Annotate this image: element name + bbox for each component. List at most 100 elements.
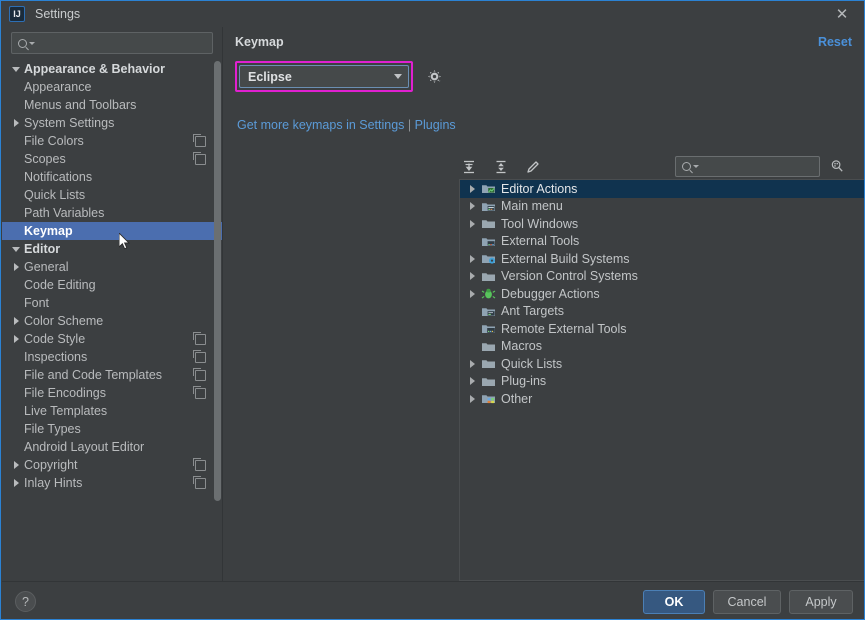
keymap-search-input[interactable]	[675, 156, 820, 177]
cancel-button[interactable]: Cancel	[713, 590, 781, 614]
collapse-all-icon[interactable]	[491, 157, 511, 177]
folder-icon	[480, 374, 496, 388]
tree-row-label: Debugger Actions	[501, 286, 600, 301]
sidebar-item-label: File and Code Templates	[24, 368, 163, 382]
tree-row-label: Other	[501, 391, 533, 406]
chevron-right-icon[interactable]	[465, 359, 480, 368]
sidebar-item-label: Menus and Toolbars	[24, 98, 137, 112]
tree-row-label: External Build Systems	[501, 251, 630, 266]
sidebar-item-scopes[interactable]: Scopes	[2, 150, 222, 168]
sidebar-item-appearance[interactable]: Appearance	[2, 78, 222, 96]
get-more-keymaps-link[interactable]: Get more keymaps in Settings	[237, 118, 404, 132]
sidebar-item-label: Appearance & Behavior	[24, 62, 166, 76]
keymap-select[interactable]: Eclipse	[239, 65, 409, 88]
other-icon	[480, 392, 496, 406]
chevron-right-icon[interactable]	[8, 335, 24, 343]
tree-row[interactable]: Main menu	[460, 198, 864, 216]
chevron-right-icon[interactable]	[465, 377, 480, 386]
tree-row[interactable]: Other	[460, 390, 864, 408]
chevron-right-icon[interactable]	[465, 219, 480, 228]
tree-row-label: Remote External Tools	[501, 321, 627, 336]
page-title: Keymap	[235, 35, 284, 49]
tree-row[interactable]: Editor Actions	[460, 180, 864, 198]
sidebar-item-label: File Types	[24, 422, 81, 436]
triangle-glyph	[13, 263, 19, 271]
gear-icon[interactable]	[425, 68, 443, 86]
filter-icon[interactable]	[828, 158, 846, 176]
tree-row[interactable]: Version Control Systems	[460, 268, 864, 286]
tree-row[interactable]: Quick Lists	[460, 355, 864, 373]
sidebar-item-copyright[interactable]: Copyright	[2, 456, 222, 474]
link-separator: |	[407, 118, 412, 132]
search-icon	[682, 162, 691, 171]
tree-row[interactable]: Macros	[460, 338, 864, 356]
sidebar-item-label: Editor	[24, 242, 61, 256]
sidebar-item-inspections[interactable]: Inspections	[2, 348, 222, 366]
sidebar-item-menus-and-toolbars[interactable]: Menus and Toolbars	[2, 96, 222, 114]
sidebar-search-input[interactable]	[11, 32, 213, 54]
keymap-selector-row: Eclipse	[235, 61, 443, 92]
sidebar-scrollbar-thumb[interactable]	[214, 61, 221, 501]
tree-row[interactable]: External Tools	[460, 233, 864, 251]
folder-icon	[480, 339, 496, 353]
chevron-down-icon[interactable]	[8, 66, 24, 72]
sidebar-item-keymap[interactable]: Keymap	[2, 222, 222, 240]
chevron-right-icon[interactable]	[8, 119, 24, 127]
sidebar-item-code-style[interactable]: Code Style	[2, 330, 222, 348]
sidebar-item-quick-lists[interactable]: Quick Lists	[2, 186, 222, 204]
sidebar-item-font[interactable]: Font	[2, 294, 222, 312]
sidebar-item-notifications[interactable]: Notifications	[2, 168, 222, 186]
chevron-right-icon[interactable]	[465, 394, 480, 403]
help-button[interactable]: ?	[15, 591, 36, 612]
chevron-right-icon[interactable]	[465, 289, 480, 298]
sidebar-item-editor[interactable]: Editor	[2, 240, 222, 258]
chevron-right-icon[interactable]	[8, 479, 24, 487]
chevron-right-icon[interactable]	[465, 272, 480, 281]
tree-row[interactable]: Remote External Tools	[460, 320, 864, 338]
triangle-glyph	[470, 289, 475, 298]
sidebar-item-appearance-behavior[interactable]: Appearance & Behavior	[2, 60, 222, 78]
triangle-glyph	[12, 246, 20, 252]
tree-row[interactable]: External Build Systems	[460, 250, 864, 268]
tree-row[interactable]: Debugger Actions	[460, 285, 864, 303]
sidebar-item-code-editing[interactable]: Code Editing	[2, 276, 222, 294]
sidebar-item-general[interactable]: General	[2, 258, 222, 276]
close-icon[interactable]: ✕	[826, 4, 858, 24]
chevron-right-icon[interactable]	[8, 317, 24, 325]
project-scope-icon	[193, 151, 206, 165]
sidebar-item-android-layout-editor[interactable]: Android Layout Editor	[2, 438, 222, 456]
sidebar-item-system-settings[interactable]: System Settings	[2, 114, 222, 132]
sidebar-item-label: Inlay Hints	[24, 476, 83, 490]
chevron-right-icon[interactable]	[8, 263, 24, 271]
tree-row-label: Quick Lists	[501, 356, 563, 371]
tree-row[interactable]: Plug-ins	[460, 373, 864, 391]
sidebar-item-inlay-hints[interactable]: Inlay Hints	[2, 474, 222, 492]
chevron-right-icon[interactable]	[465, 184, 480, 193]
sidebar-scrollbar[interactable]	[214, 61, 221, 571]
sidebar-item-path-variables[interactable]: Path Variables	[2, 204, 222, 222]
tree-row[interactable]: Ant Targets	[460, 303, 864, 321]
chevron-down-icon[interactable]	[8, 246, 24, 252]
sidebar-item-color-scheme[interactable]: Color Scheme	[2, 312, 222, 330]
triangle-glyph	[12, 66, 20, 72]
sidebar-search-wrapper	[11, 32, 213, 54]
plugins-link[interactable]: Plugins	[415, 118, 456, 132]
sidebar-item-label: File Colors	[24, 134, 84, 148]
reset-link[interactable]: Reset	[818, 35, 852, 49]
chevron-right-icon[interactable]	[465, 254, 480, 263]
build-systems-icon	[480, 252, 496, 266]
sidebar-item-file-types[interactable]: File Types	[2, 420, 222, 438]
expand-all-icon[interactable]	[459, 157, 479, 177]
chevron-down-icon	[693, 165, 699, 168]
sidebar-item-live-templates[interactable]: Live Templates	[2, 402, 222, 420]
edit-pencil-icon[interactable]	[523, 157, 543, 177]
apply-button[interactable]: Apply	[789, 590, 853, 614]
sidebar-item-file-encodings[interactable]: File Encodings	[2, 384, 222, 402]
ok-button[interactable]: OK	[643, 590, 705, 614]
tree-row[interactable]: Tool Windows	[460, 215, 864, 233]
keymap-panel: Keymap Reset Eclipse Get more keymaps in…	[223, 27, 864, 581]
chevron-right-icon[interactable]	[465, 202, 480, 211]
chevron-right-icon[interactable]	[8, 461, 24, 469]
sidebar-item-file-colors[interactable]: File Colors	[2, 132, 222, 150]
sidebar-item-file-and-code-templates[interactable]: File and Code Templates	[2, 366, 222, 384]
